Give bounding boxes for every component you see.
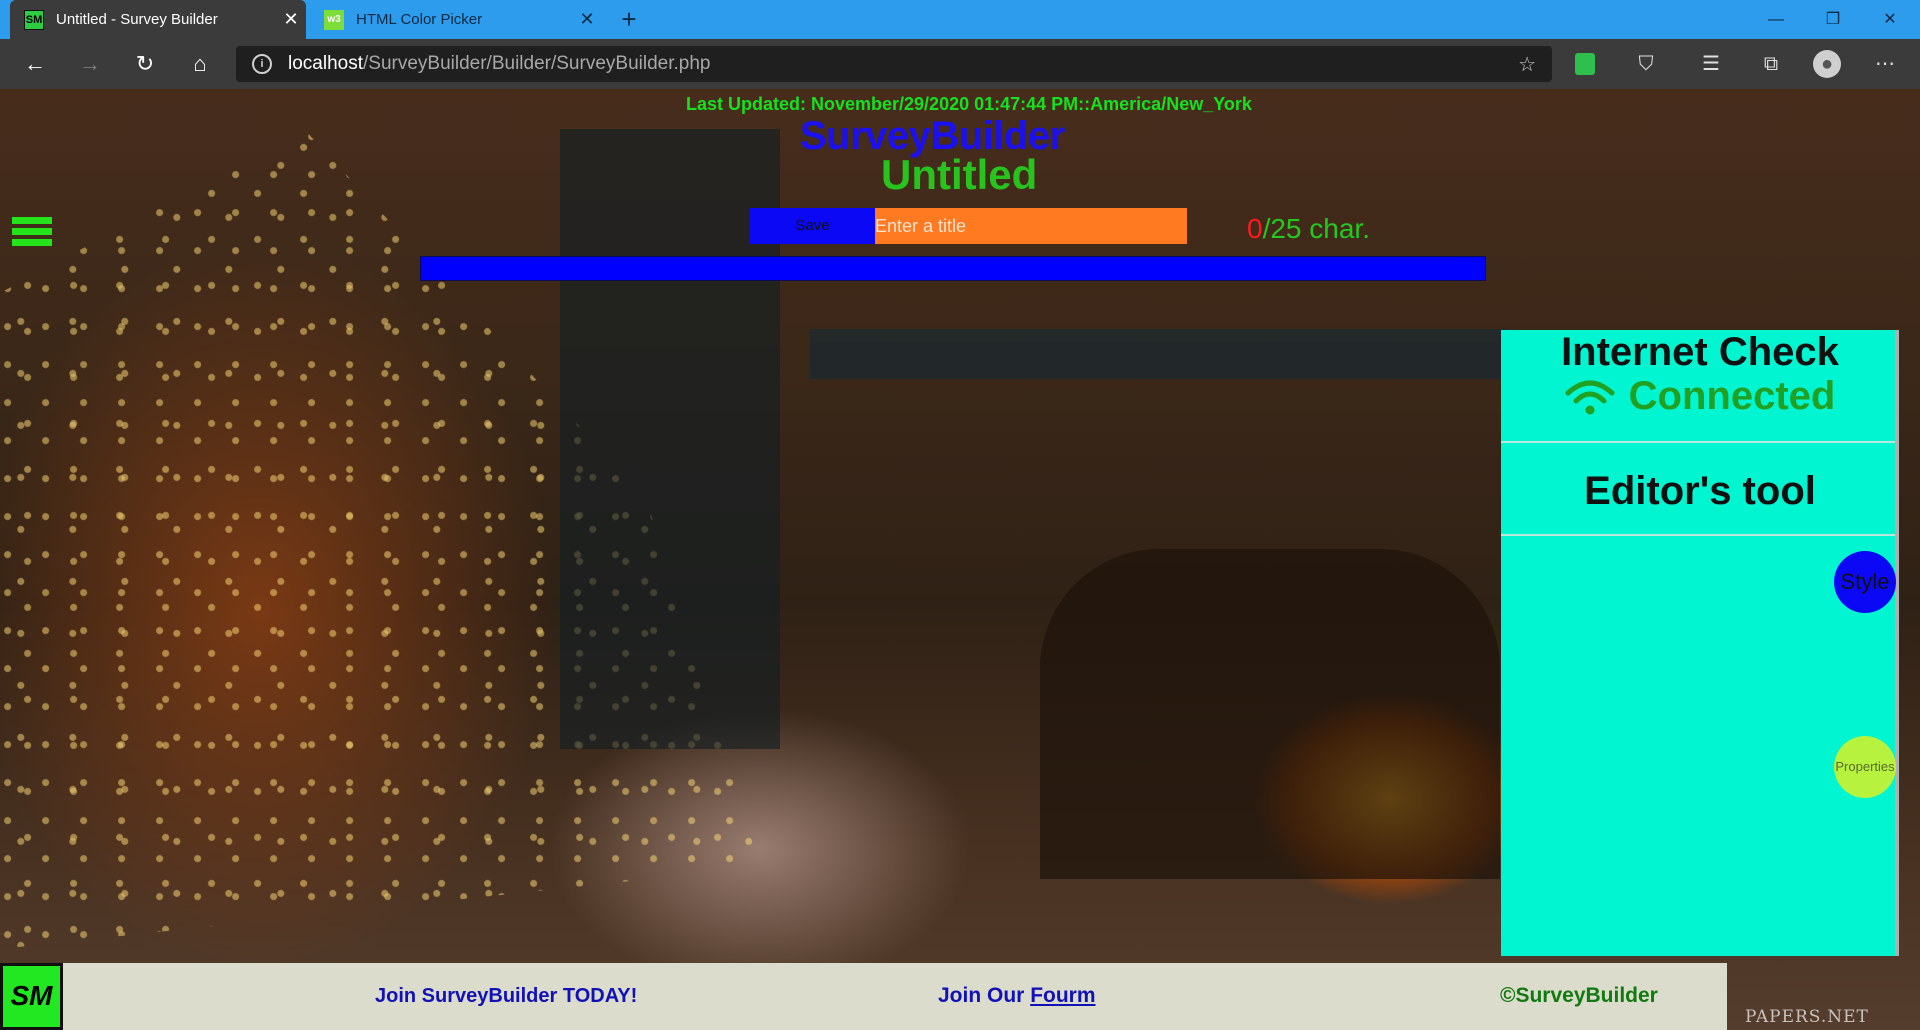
title-input[interactable] (875, 208, 1187, 244)
page-viewport: Last Updated: November/29/2020 01:47:44 … (0, 89, 1920, 1030)
background-watermark: PAPERS.NET (1745, 1007, 1869, 1027)
url-path: /SurveyBuilder/Builder/SurveyBuilder.php (363, 53, 711, 74)
address-bar[interactable]: i localhost/SurveyBuilder/Builder/Survey… (236, 46, 1552, 82)
new-tab-icon[interactable]: + (614, 4, 644, 34)
tab-bar: SM Untitled - Survey Builder ✕ w3 HTML C… (0, 0, 1920, 39)
url-host: localhost (288, 53, 363, 74)
forward-icon[interactable]: → (72, 46, 108, 82)
w3-favicon: w3 (324, 9, 344, 30)
hamburger-menu-icon[interactable] (12, 217, 52, 247)
background-fireplace (1040, 549, 1500, 879)
internet-check-title: Internet Check (1561, 330, 1839, 374)
back-icon[interactable]: ← (17, 46, 53, 82)
char-counter: 0/25 char. (1247, 213, 1370, 245)
tab-title: Untitled - Survey Builder (56, 11, 218, 28)
url-text: localhost/SurveyBuilder/Builder/SurveyBu… (288, 53, 710, 75)
collections-icon[interactable]: ⧉ (1757, 50, 1785, 78)
last-updated-text: Last Updated: November/29/2020 01:47:44 … (686, 94, 1252, 114)
style-button[interactable]: Style (1834, 551, 1896, 613)
minimize-icon[interactable]: — (1748, 0, 1804, 39)
background-bookshelf (560, 129, 780, 749)
refresh-icon[interactable]: ↻ (127, 46, 163, 82)
star-icon[interactable]: ☆ (1518, 52, 1536, 77)
char-used: 0 (1247, 213, 1263, 244)
info-icon[interactable]: i (252, 54, 272, 74)
footer: SM Join SurveyBuilder TODAY! Join Our Fo… (0, 963, 1727, 1030)
home-icon[interactable]: ⌂ (182, 46, 218, 82)
panel-divider (1501, 534, 1895, 536)
wifi-icon (1565, 380, 1615, 414)
char-limit: /25 char. (1262, 213, 1370, 244)
tab-title: HTML Color Picker (356, 11, 483, 28)
window-close-icon[interactable]: ✕ (1862, 0, 1918, 39)
shield-icon[interactable]: ⛉ (1632, 50, 1660, 78)
sm-logo[interactable]: SM (0, 963, 63, 1030)
more-icon[interactable]: ⋯ (1871, 50, 1899, 78)
connection-status: Connected (1501, 374, 1899, 419)
survey-title: Untitled (881, 151, 1038, 198)
restore-icon[interactable]: ❐ (1805, 0, 1861, 39)
close-icon[interactable]: ✕ (572, 9, 602, 30)
tab-survey-builder[interactable]: SM Untitled - Survey Builder ✕ (10, 0, 306, 39)
join-text: Join SurveyBuilder TODAY! (375, 985, 638, 1007)
side-panel: Internet Check Connected Editor's tool S… (1501, 330, 1899, 956)
tab-color-picker[interactable]: w3 HTML Color Picker ✕ (310, 0, 602, 39)
title-bar-strip (420, 256, 1486, 281)
editors-tool-title: Editor's tool (1584, 469, 1816, 513)
forum-prefix: Join Our (938, 984, 1031, 1007)
save-button[interactable]: Save (750, 208, 875, 244)
survey-builder-favicon: SM (24, 9, 44, 30)
background-mantel (810, 329, 1510, 379)
browser-toolbar: ← → ↻ ⌂ i localhost/SurveyBuilder/Builde… (0, 39, 1920, 89)
copyright-text: ©SurveyBuilder (1500, 984, 1658, 1007)
extension-icon[interactable] (1575, 53, 1595, 75)
forum-text: Join Our Fourm (938, 984, 1096, 1008)
properties-button[interactable]: Properties (1834, 736, 1896, 798)
panel-divider (1501, 441, 1895, 443)
connected-label: Connected (1628, 374, 1836, 418)
close-icon[interactable]: ✕ (276, 9, 306, 30)
profile-icon[interactable]: ● (1813, 50, 1841, 78)
forum-link[interactable]: Fourm (1030, 984, 1095, 1007)
favorites-icon[interactable]: ☰ (1697, 50, 1725, 78)
